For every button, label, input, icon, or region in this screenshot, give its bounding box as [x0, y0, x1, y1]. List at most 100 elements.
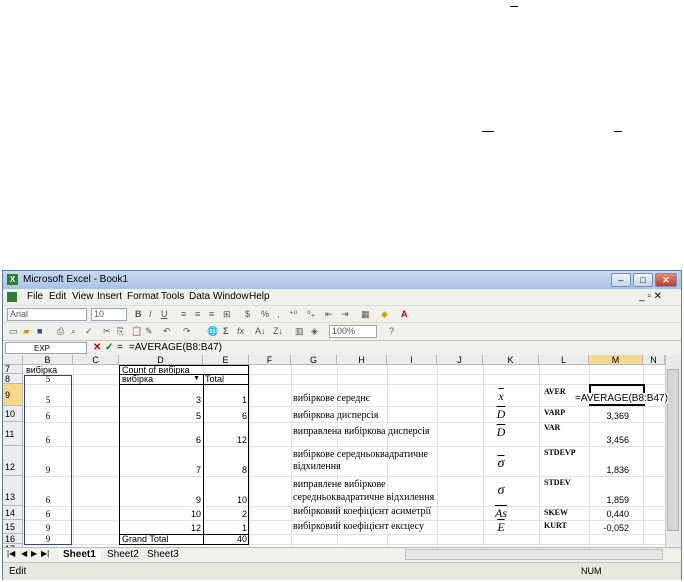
pivot-count[interactable]: 6: [203, 411, 247, 421]
workbook-window-controls[interactable]: _ ▫ ✕: [639, 291, 662, 302]
col-header-b[interactable]: B: [23, 355, 73, 365]
col-header-j[interactable]: J: [437, 355, 483, 365]
pivot-value[interactable]: 3: [119, 395, 201, 405]
format-painter-icon[interactable]: ✎: [145, 326, 153, 337]
row-header[interactable]: 11: [3, 422, 23, 446]
enter-icon[interactable]: ✓: [105, 342, 113, 353]
pivot-value[interactable]: 6: [119, 435, 201, 445]
cell-b[interactable]: 5: [23, 395, 73, 405]
fill-color-icon[interactable]: ◆: [381, 309, 388, 320]
stat-value[interactable]: 3,369: [589, 411, 629, 421]
row-header[interactable]: 8: [3, 374, 23, 384]
pivot-value[interactable]: 10: [119, 509, 201, 519]
font-size-select[interactable]: 10: [91, 308, 127, 321]
increase-decimal-icon[interactable]: ⁺⁰: [289, 309, 297, 320]
merge-icon[interactable]: ⊞: [223, 309, 231, 320]
cell-b[interactable]: 9: [23, 465, 73, 475]
help-icon[interactable]: ?: [389, 326, 394, 336]
borders-icon[interactable]: ▦: [361, 309, 370, 320]
function-name[interactable]: SKEW: [544, 508, 568, 517]
menu-format[interactable]: Format: [127, 291, 159, 302]
col-header-g[interactable]: G: [291, 355, 337, 365]
function-name[interactable]: AVER: [544, 387, 566, 396]
font-color-icon[interactable]: A: [401, 309, 408, 319]
function-name[interactable]: VAR: [544, 423, 560, 432]
bold-icon[interactable]: B: [135, 309, 142, 319]
prev-sheet-icon[interactable]: ◀: [21, 549, 27, 558]
paste-icon[interactable]: 📋: [131, 326, 142, 337]
col-header-n[interactable]: N: [643, 355, 665, 365]
currency-icon[interactable]: $: [245, 309, 250, 319]
pivot-value[interactable]: 5: [119, 411, 201, 421]
col-header-i[interactable]: I: [387, 355, 437, 365]
last-sheet-icon[interactable]: ▶|: [41, 549, 49, 558]
decrease-indent-icon[interactable]: ⇤: [325, 309, 333, 320]
col-header-f[interactable]: F: [249, 355, 291, 365]
row-header[interactable]: 14: [3, 506, 23, 520]
cell-b[interactable]: 6: [23, 435, 73, 445]
row-header[interactable]: 9: [3, 384, 23, 406]
horizontal-scrollbar[interactable]: [405, 549, 663, 560]
menu-edit[interactable]: Edit: [49, 291, 66, 302]
increase-indent-icon[interactable]: ⇥: [341, 309, 349, 320]
save-icon[interactable]: ■: [37, 326, 42, 336]
new-icon[interactable]: ▭: [9, 326, 18, 337]
comma-icon[interactable]: ,: [277, 309, 280, 319]
sort-ascending-icon[interactable]: A↓: [255, 326, 266, 336]
function-name[interactable]: STDEVP: [544, 448, 576, 457]
cell-m9-formula[interactable]: =AVERAGE(B8:B47): [575, 393, 668, 404]
function-name[interactable]: STDEV: [544, 478, 571, 487]
align-center-icon[interactable]: ≡: [195, 309, 200, 319]
pivot-total-header[interactable]: Total: [205, 374, 224, 384]
menu-help[interactable]: Help: [249, 291, 270, 302]
col-header-d[interactable]: D: [119, 355, 203, 365]
stat-label[interactable]: вибіркове середнє: [293, 393, 370, 404]
sheet-grid[interactable]: B C D E F G H I J K L M N 7 8 9 10 11 12…: [3, 355, 681, 547]
align-right-icon[interactable]: ≡: [209, 309, 214, 319]
spelling-icon[interactable]: ✓: [85, 326, 93, 337]
pivot-row-header[interactable]: вибірка: [122, 374, 153, 384]
col-header-k[interactable]: K: [483, 355, 539, 365]
sort-descending-icon[interactable]: Z↓: [273, 326, 283, 336]
font-name-select[interactable]: Arial: [7, 308, 87, 321]
formula-input[interactable]: =AVERAGE(B8:B47): [129, 342, 222, 353]
stat-label[interactable]: виправлена вибіркова дисперсія: [293, 426, 429, 437]
cell-b[interactable]: 5: [23, 374, 73, 384]
next-sheet-icon[interactable]: ▶: [31, 549, 37, 558]
minimize-button[interactable]: –: [611, 273, 631, 287]
pivot-grand-total-label[interactable]: Grand Total: [122, 534, 168, 544]
stat-value[interactable]: 0,440: [589, 509, 629, 519]
cell-b[interactable]: 6: [23, 411, 73, 421]
dropdown-arrow-icon[interactable]: ▼: [193, 375, 200, 382]
open-icon[interactable]: ▰: [23, 326, 30, 337]
row-header[interactable]: 7: [3, 365, 23, 374]
menu-insert[interactable]: Insert: [97, 291, 122, 302]
percent-icon[interactable]: %: [261, 309, 269, 319]
zoom-select[interactable]: 100%: [329, 325, 377, 338]
stat-label[interactable]: виправлене вибіркове середньоквадратичне…: [293, 478, 473, 504]
pivot-count[interactable]: 2: [203, 509, 247, 519]
equals-icon[interactable]: =: [117, 342, 123, 353]
stat-label[interactable]: вибіркова дисперсія: [293, 410, 378, 421]
row-header[interactable]: 10: [3, 406, 23, 422]
menu-tools[interactable]: Tools: [161, 291, 184, 302]
col-header-m[interactable]: M: [589, 355, 643, 365]
menu-view[interactable]: View: [72, 291, 94, 302]
menu-data[interactable]: Data: [189, 291, 210, 302]
pivot-value[interactable]: 12: [119, 523, 201, 533]
menu-window[interactable]: Window: [213, 291, 249, 302]
pivot-value[interactable]: 9: [119, 495, 201, 505]
pivot-count[interactable]: 12: [203, 435, 247, 445]
copy-icon[interactable]: ⎘: [117, 326, 124, 337]
print-icon[interactable]: ⎙: [57, 326, 64, 337]
cell-b[interactable]: 6: [23, 495, 73, 505]
stat-value[interactable]: 3,456: [589, 435, 629, 445]
italic-icon[interactable]: I: [149, 309, 152, 319]
redo-icon[interactable]: ↷: [183, 326, 191, 337]
print-preview-icon[interactable]: ⌕: [71, 326, 76, 337]
insert-function-icon[interactable]: fx: [237, 326, 244, 336]
first-sheet-icon[interactable]: |◀: [7, 549, 15, 558]
close-button[interactable]: ✕: [655, 273, 677, 287]
function-name[interactable]: VARP: [544, 408, 565, 417]
stat-value[interactable]: -0,052: [589, 523, 629, 533]
